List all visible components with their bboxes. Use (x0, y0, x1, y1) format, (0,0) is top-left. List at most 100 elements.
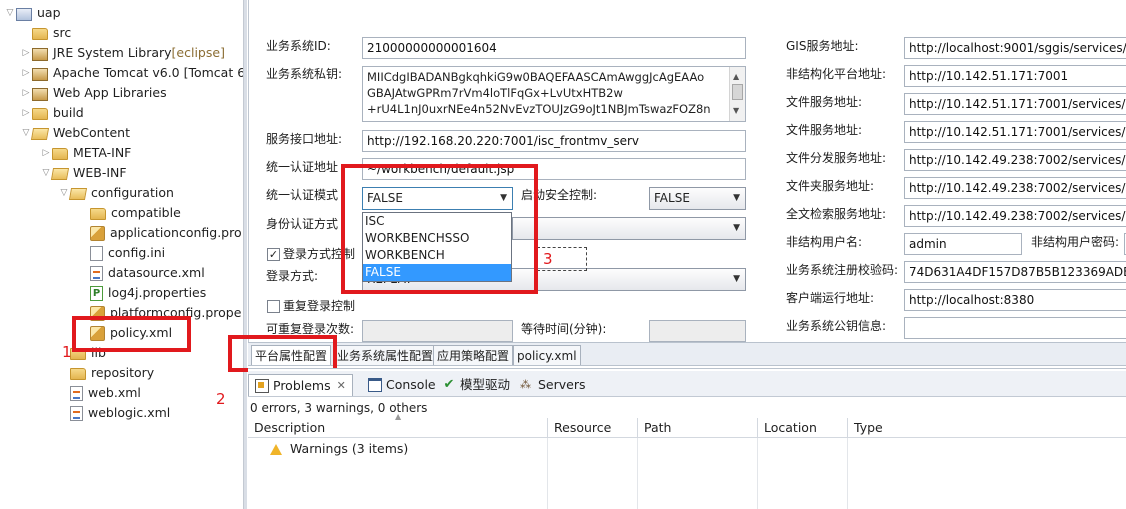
system-id-input[interactable]: 21000000000001604 (362, 37, 746, 59)
tree-item[interactable]: Plog4j.properties (78, 283, 206, 303)
unstructured-user-label: 非结构用户名: (786, 235, 863, 249)
unstructured-user-input[interactable]: admin (904, 233, 1022, 255)
xml-icon (70, 386, 83, 401)
tree-item-label: log4j.properties (108, 285, 207, 300)
identity-auth-select[interactable]: ▼ (512, 217, 746, 240)
tree-item[interactable]: compatible (78, 203, 181, 223)
column-resource[interactable]: Resource (548, 418, 638, 438)
project-icon (16, 7, 32, 21)
tab-app-policy-config[interactable]: 应用策略配置 (433, 345, 514, 365)
tree-item[interactable]: ▽ configuration (58, 183, 174, 203)
tree-splitter[interactable] (243, 0, 247, 509)
tree-item-label: Web App Libraries (53, 85, 167, 100)
chevron-down-icon[interactable]: ▼ (733, 269, 740, 290)
tree-item[interactable]: ▷ build (20, 103, 84, 123)
tree-item[interactable]: src (20, 23, 71, 43)
client-url-label: 客户端运行地址: (786, 291, 875, 305)
chevron-down-icon[interactable]: ▼ (733, 218, 740, 239)
file-service-input[interactable]: http://10.142.51.171:7001/services/IFil (904, 93, 1126, 115)
tree-item[interactable]: datasource.xml (78, 263, 205, 283)
tab-model-driven[interactable]: ✔ 模型驱动 (436, 374, 510, 396)
column-description[interactable]: Description (248, 418, 548, 438)
client-url-input[interactable]: http://localhost:8380 (904, 289, 1126, 311)
tab-servers[interactable]: ⁂ Servers (514, 374, 586, 396)
tree-item[interactable]: ▷ Apache Tomcat v6.0 [Tomcat 6] (20, 63, 243, 83)
unstructured-platform-input[interactable]: http://10.142.51.171:7001 (904, 65, 1126, 87)
file-distribution-input[interactable]: http://10.142.49.238:7002/services/IFil (904, 149, 1126, 171)
auth-mode-dropdown-list[interactable]: ISC WORKBENCHSSO WORKBENCH FALSE (362, 212, 512, 282)
tree-item[interactable]: repository (58, 363, 154, 383)
chevron-down-icon[interactable]: ▼ (500, 188, 507, 209)
tree-item[interactable]: platformconfig.prope (78, 303, 241, 323)
auth-mode-select[interactable]: FALSE ▼ (362, 187, 513, 210)
private-key-line: MIICdgIBADANBgkqhkiG9w0BAQEFAASCAmAwggJc… (367, 70, 705, 84)
tree-item[interactable]: applicationconfig.pro (78, 223, 242, 243)
tree-item[interactable]: ▽ WebContent (20, 123, 130, 143)
registration-code-input[interactable]: 74D631A4DF157D87B5B123369ADE61 (904, 261, 1126, 283)
security-control-label: 启动安全控制: (521, 188, 598, 202)
column-location[interactable]: Location (758, 418, 848, 438)
identity-auth-label: 身份认证方式 (266, 217, 339, 231)
relogin-count-label: 可重复登录次数: (266, 322, 355, 336)
tree-item-label: META-INF (73, 145, 132, 160)
tab-policy-xml[interactable]: policy.xml (513, 345, 581, 365)
tree-item[interactable]: web.xml (58, 383, 141, 403)
wait-time-input[interactable] (649, 320, 746, 342)
expand-toggle-icon[interactable]: ▷ (40, 143, 52, 163)
table-row[interactable]: Warnings (3 items) (270, 440, 408, 458)
tab-problems[interactable]: Problems ✕ (248, 374, 353, 396)
xml-icon (90, 266, 103, 281)
scroll-up-icon[interactable]: ▲ (733, 69, 739, 85)
service-url-input[interactable]: http://192.168.20.220:7001/isc_frontmv_s… (362, 130, 746, 152)
scroll-thumb[interactable] (732, 84, 743, 100)
dropdown-option-workbenchsso[interactable]: WORKBENCHSSO (363, 230, 511, 247)
tree-item[interactable]: config.ini (78, 243, 165, 263)
dropdown-option-false[interactable]: FALSE (363, 264, 511, 281)
properties-icon: P (90, 286, 103, 301)
relogin-control-checkbox[interactable] (267, 300, 280, 313)
tree-item[interactable]: ▷ META-INF (40, 143, 131, 163)
tree-item[interactable]: ▷ Web App Libraries (20, 83, 167, 103)
expand-toggle-icon[interactable]: ▽ (58, 183, 70, 203)
folder-service-input[interactable]: http://10.142.49.238:7002/services/IFil (904, 177, 1126, 199)
private-key-scrollbar[interactable]: ▲ ▼ (729, 67, 745, 121)
tree-item[interactable]: ▷ JRE System Library [eclipse] (20, 43, 225, 63)
bottom-views-panel: Problems ✕ Console ✔ 模型驱动 ⁂ Servers 0 er… (248, 368, 1126, 509)
relogin-count-input[interactable] (362, 320, 513, 342)
file-service-input-2[interactable]: http://10.142.51.171:7001/services/IFil (904, 121, 1126, 143)
public-key-input[interactable] (904, 317, 1126, 339)
tab-platform-config[interactable]: 平台属性配置 (251, 345, 332, 365)
expand-toggle-icon[interactable]: ▷ (20, 63, 32, 83)
expand-toggle-icon[interactable]: ▽ (40, 163, 52, 183)
private-key-textarea[interactable]: MIICdgIBADANBgkqhkiG9w0BAQEFAASCAmAwggJc… (362, 66, 746, 122)
tree-item[interactable]: ▽ uap (4, 3, 61, 23)
expand-toggle-icon[interactable]: ▷ (20, 103, 32, 123)
tab-business-config[interactable]: 业务系统属性配置 (333, 345, 438, 365)
tab-model-driven-label: 模型驱动 (460, 377, 511, 392)
auth-url-input[interactable]: ~/workbench/default.jsp (362, 158, 746, 180)
tree-item-label: JRE System Library (53, 45, 172, 60)
security-control-select[interactable]: FALSE ▼ (649, 187, 746, 210)
tab-console[interactable]: Console (362, 374, 436, 396)
expand-toggle-icon[interactable]: ▷ (20, 43, 32, 63)
tree-item[interactable]: policy.xml (78, 323, 172, 343)
close-icon[interactable]: ✕ (337, 375, 346, 397)
expand-toggle-icon[interactable]: ▽ (20, 123, 32, 143)
login-control-checkbox[interactable]: ✓ (267, 248, 280, 261)
gis-service-input[interactable]: http://localhost:9001/sggis/services/ (904, 37, 1126, 59)
dropdown-option-isc[interactable]: ISC (363, 213, 511, 230)
scroll-down-icon[interactable]: ▼ (733, 103, 739, 119)
expand-toggle-icon[interactable]: ▽ (4, 3, 16, 23)
editor-tab-bar: 平台属性配置 业务系统属性配置 应用策略配置 policy.xml (248, 342, 1126, 366)
fulltext-search-input[interactable]: http://10.142.49.238:7002/services/IFil (904, 205, 1126, 227)
chevron-down-icon[interactable]: ▼ (733, 188, 740, 209)
tree-item-label: config.ini (108, 245, 166, 260)
config-icon (90, 306, 105, 321)
dropdown-option-workbench[interactable]: WORKBENCH (363, 247, 511, 264)
column-type[interactable]: Type (848, 418, 1126, 438)
tree-item-label: lib (91, 345, 106, 360)
column-path[interactable]: Path (638, 418, 758, 438)
expand-toggle-icon[interactable]: ▷ (20, 83, 32, 103)
tree-item[interactable]: ▽ WEB-INF (40, 163, 127, 183)
tree-item[interactable]: weblogic.xml (58, 403, 170, 423)
